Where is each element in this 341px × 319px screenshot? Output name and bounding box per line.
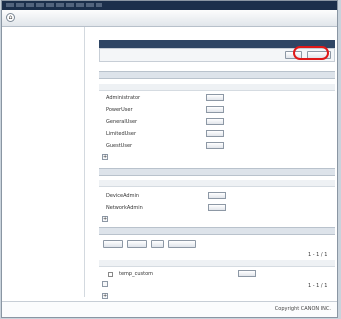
pagination-top: 1 - 1 / 1 [308,252,328,258]
main-content: Administrator PowerUser GeneralUser Limi… [88,27,335,299]
role-name: PowerUser [106,107,133,113]
role-name: GuestUser [106,143,133,149]
custom-admin-section-title [99,168,335,176]
custom-admin-table-header [99,180,335,187]
role-name: NetworkAdmin [106,205,143,211]
edit-button[interactable] [238,270,256,277]
delete-button[interactable] [151,240,164,248]
expand-icon[interactable]: + [102,216,108,222]
role-name: GeneralUser [106,119,138,125]
edit-button[interactable] [206,118,224,125]
role-name: temp_custom [119,271,153,277]
top-bar [2,1,337,10]
clear-all-button[interactable] [127,240,147,248]
export-highlight-ring [293,46,329,60]
copyright: Copyright CANON INC. [274,306,331,312]
builtin-roles-section-title [99,71,335,79]
role-name: DeviceAdmin [106,193,140,199]
edit-button[interactable] [206,130,224,137]
edit-button[interactable] [206,142,224,149]
edit-button[interactable] [206,94,224,101]
home-icon[interactable]: ⌂ [6,13,15,22]
sidebar [2,27,85,297]
app-window: ⌂ Administrator PowerUser GeneralUser Li… [1,0,338,318]
edit-button[interactable] [206,106,224,113]
top-bar-links [6,3,102,7]
role-name: Administrator [106,95,141,101]
select-all-button[interactable] [103,240,123,248]
add-role-button[interactable] [168,240,196,248]
expand-icon[interactable]: + [102,293,108,299]
pagination-bottom: 1 - 1 / 1 [308,283,328,289]
edit-button[interactable] [208,204,226,211]
footer: Copyright CANON INC. [2,301,337,317]
builtin-table-header [99,84,335,91]
scroll-icon[interactable] [102,281,108,287]
custom-general-table-header [99,260,335,267]
title-bar: ⌂ [2,10,337,27]
expand-icon[interactable]: + [102,154,108,160]
custom-general-section-title [99,227,335,235]
role-name: LimitedUser [106,131,137,137]
row-checkbox[interactable] [108,272,113,277]
edit-button[interactable] [208,192,226,199]
